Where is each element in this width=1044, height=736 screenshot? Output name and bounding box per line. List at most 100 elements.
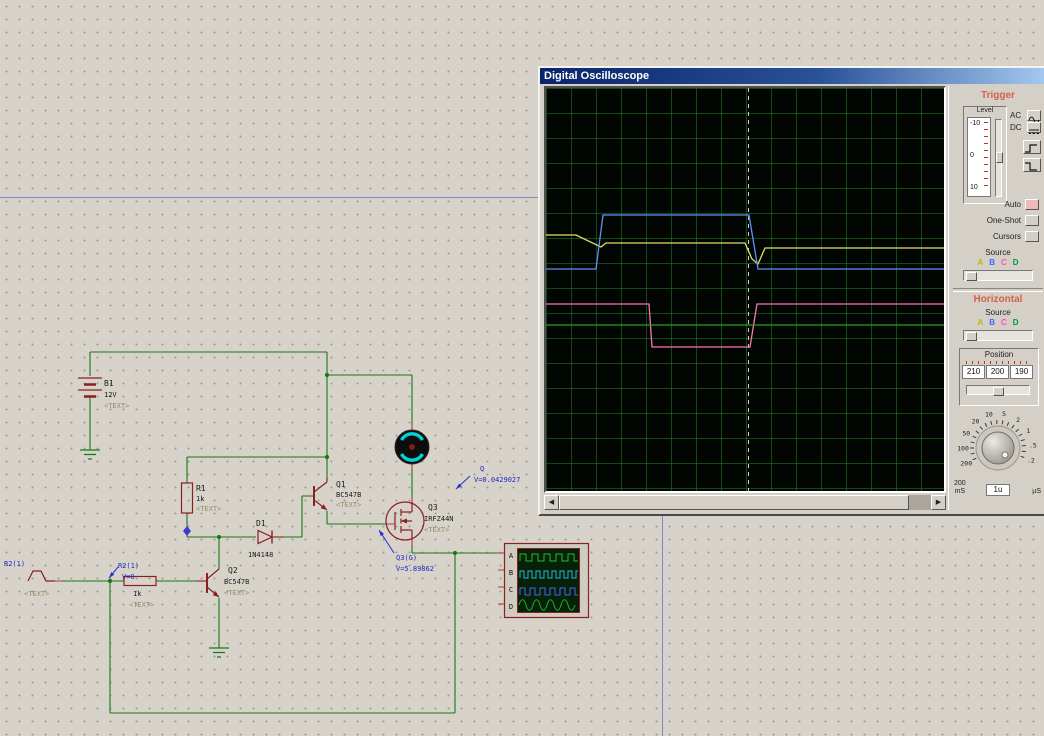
- horizontal-section-header: Horizontal: [949, 294, 1044, 305]
- scrollbar-thumb[interactable]: [559, 495, 909, 510]
- dial-number-5: 5: [1002, 410, 1006, 418]
- trigger-source-slider[interactable]: [963, 270, 1033, 281]
- trigger-source-slider-thumb[interactable]: [966, 272, 977, 281]
- unit-us: µS: [1032, 488, 1041, 495]
- panel-divider: [953, 288, 1043, 292]
- position-slider-thumb[interactable]: [993, 387, 1004, 396]
- position-slider[interactable]: [966, 385, 1030, 395]
- trigger-falling-edge-button[interactable]: [1023, 158, 1041, 172]
- cursors-label: Cursors: [993, 232, 1021, 241]
- ground-symbols: [80, 450, 229, 657]
- component-motor[interactable]: [395, 430, 429, 464]
- position-value-right: 190: [1010, 365, 1033, 379]
- d1-ref: D1: [256, 519, 266, 528]
- probe-q-label: Q: [480, 465, 484, 473]
- dial-number-2: 2: [1016, 416, 1020, 424]
- logic-analyzer-panel[interactable]: A B C D: [505, 544, 589, 618]
- scrollbar-left-arrow[interactable]: ◀: [544, 495, 559, 510]
- level-tickmarks: [984, 122, 988, 192]
- trigger-section-header: Trigger: [949, 90, 1044, 101]
- trigger-level-group: Level -10 0 10: [963, 106, 1007, 204]
- component-transistor-q1[interactable]: Q1 BC547B <TEXT>: [314, 478, 361, 510]
- position-value-center: 200: [986, 365, 1009, 379]
- trigger-source-channels[interactable]: ABCD: [949, 258, 1044, 267]
- horizontal-source-channels[interactable]: ABCD: [949, 318, 1044, 327]
- horizontal-source-label: Source: [949, 308, 1044, 317]
- ac-label: AC: [1010, 111, 1021, 120]
- level-tick-bottom: 10: [970, 184, 978, 191]
- probe-q[interactable]: Q V=0.0429027: [456, 465, 520, 489]
- component-battery-b1[interactable]: B1 12V <TEXT>: [78, 378, 129, 410]
- analyzer-channel-d: D: [509, 603, 513, 611]
- r1-text: <TEXT>: [196, 505, 221, 513]
- trigger-rising-edge-button[interactable]: [1023, 140, 1041, 154]
- horizontal-source-slider[interactable]: [963, 330, 1033, 341]
- battery-ref: B1: [104, 379, 114, 388]
- falling-edge-icon: [1024, 161, 1038, 172]
- timebase-dial[interactable]: 200100502010521.5.2: [949, 408, 1044, 486]
- horizontal-source-slider-thumb[interactable]: [966, 332, 977, 341]
- component-pulse-generator[interactable]: <TEXT> R2(1): [4, 560, 55, 598]
- oscilloscope-window[interactable]: Digital Oscilloscope ◀ ▶ Trigger Level -…: [538, 66, 1044, 516]
- generator-text: <TEXT>: [24, 590, 49, 598]
- probe-q-value: V=0.0429027: [474, 476, 520, 484]
- dial-number-2: .2: [1027, 456, 1035, 464]
- trigger-level-slider-thumb[interactable]: [996, 152, 1003, 163]
- q1-ref: Q1: [336, 480, 346, 489]
- one-shot-label: One-Shot: [987, 216, 1021, 225]
- cursors-button[interactable]: [1025, 231, 1039, 242]
- scope-screen-frame: [544, 86, 946, 493]
- range-min-value: 200: [954, 480, 966, 487]
- dial-number-5: .5: [1029, 441, 1037, 449]
- q2-value: BC547B: [224, 578, 249, 586]
- q3-ref: Q3: [428, 503, 438, 512]
- level-tick-top: -10: [970, 120, 980, 127]
- rising-edge-icon: [1024, 143, 1038, 154]
- position-value-left: 210: [962, 365, 985, 379]
- channel-letter-d: D: [1013, 318, 1019, 327]
- scope-horizontal-scrollbar[interactable]: ◀ ▶: [544, 495, 946, 510]
- component-mosfet-q3[interactable]: Q3 IRFZ44N <TEXT>: [386, 502, 454, 540]
- r2-text: <TEXT>: [129, 601, 154, 609]
- r1-value: 1k: [196, 495, 205, 503]
- channel-letter-c: C: [1001, 258, 1007, 267]
- probe-r2[interactable]: R2(1) V=0: [109, 562, 139, 581]
- d1-value: 1N4148: [248, 551, 273, 559]
- r2-value: 1k: [133, 590, 142, 598]
- r1-ref: R1: [196, 484, 206, 493]
- window-titlebar[interactable]: Digital Oscilloscope: [540, 68, 1044, 84]
- auto-button[interactable]: [1025, 199, 1039, 210]
- dial-number-20: 20: [972, 418, 980, 426]
- q3-value: IRFZ44N: [424, 515, 454, 523]
- component-diode-d1[interactable]: D1 1N4148: [248, 519, 284, 559]
- knob-pointer: [1002, 452, 1008, 458]
- timebase-dial-area: 200100502010521.5.2 200 mS 1u µS: [949, 408, 1044, 508]
- node-marker: [183, 526, 191, 536]
- dc-coupling-button[interactable]: [1027, 122, 1041, 133]
- junction-dots: [108, 373, 457, 583]
- position-label: Position: [960, 350, 1038, 359]
- component-resistor-r1[interactable]: R1 1k <TEXT>: [182, 483, 222, 536]
- component-resistor-r2[interactable]: 1k <TEXT>: [124, 577, 156, 610]
- probe-q3-gate[interactable]: Q3(G) V=5.89862: [379, 530, 434, 573]
- generator-label: R2(1): [4, 560, 25, 568]
- dc-label: DC: [1010, 123, 1022, 132]
- timebase-knob[interactable]: [982, 432, 1014, 464]
- q2-ref: Q2: [228, 566, 238, 575]
- one-shot-button[interactable]: [1025, 215, 1039, 226]
- ac-coupling-button[interactable]: [1027, 110, 1041, 121]
- battery-value: 12V: [104, 391, 117, 399]
- probe-r2-value: V=0: [122, 573, 135, 581]
- trace-channel-a-yellow: [546, 235, 944, 264]
- level-scale: -10 0 10: [967, 117, 991, 197]
- channel-letter-b: B: [989, 318, 995, 327]
- battery-text: <TEXT>: [104, 402, 129, 410]
- horizontal-position-group: Position 210 200 190: [959, 348, 1039, 406]
- component-transistor-q2[interactable]: Q2 BC547B <TEXT>: [196, 566, 249, 597]
- q1-value: BC547B: [336, 491, 361, 499]
- schematic-canvas[interactable]: B1 12V <TEXT> R1 1k <TEXT> D1 1N4148 Q1 …: [0, 0, 1044, 736]
- scope-screen[interactable]: [546, 88, 944, 491]
- timebase-range-min: 200 mS: [954, 480, 966, 496]
- scrollbar-right-arrow[interactable]: ▶: [931, 495, 946, 510]
- trigger-level-slider[interactable]: [995, 119, 1002, 197]
